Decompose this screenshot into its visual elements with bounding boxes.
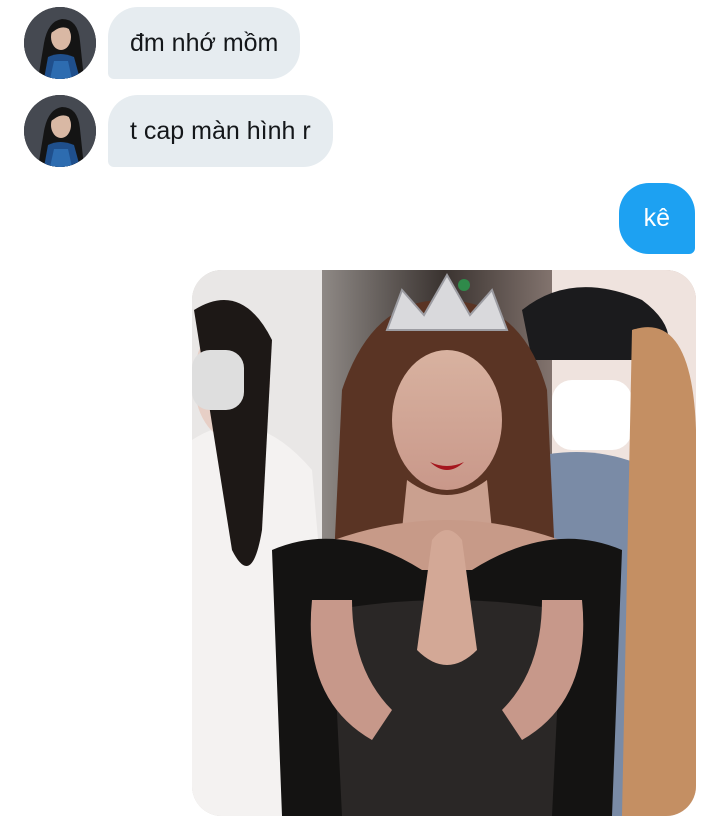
message-bubble-incoming[interactable]: đm nhớ mồm (108, 7, 301, 79)
avatar-image-icon (24, 7, 96, 79)
message-bubble-incoming[interactable]: t cap màn hình r (108, 95, 333, 167)
message-bubble-outgoing[interactable]: kê (618, 183, 695, 254)
contact-avatar[interactable] (24, 7, 96, 79)
avatar-image-icon (24, 95, 96, 167)
message-row-incoming-2: t cap màn hình r (0, 94, 719, 184)
photo-image-icon (192, 270, 696, 816)
contact-avatar[interactable] (24, 95, 96, 167)
message-text: đm nhớ mồm (130, 29, 279, 57)
message-row-incoming-1: đm nhớ mồm (0, 6, 719, 96)
photo-attachment[interactable] (192, 270, 696, 816)
message-text: t cap màn hình r (130, 117, 311, 145)
message-text: kê (643, 204, 670, 232)
